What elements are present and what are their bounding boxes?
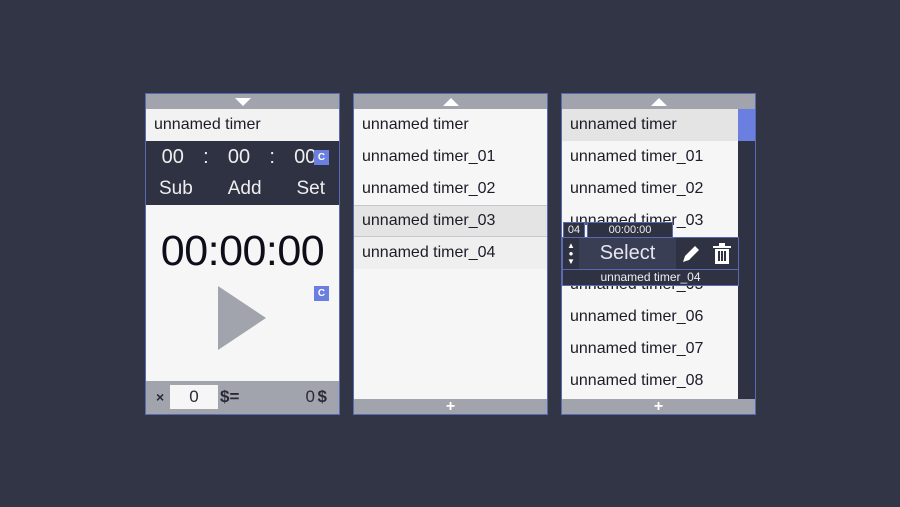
cost-bar: × 0 $= 0 $ — [146, 381, 339, 414]
item-action-bar: ▲ ● ▼ Select — [562, 237, 739, 270]
timer-time: 00:00:00 — [587, 222, 673, 238]
play-icon[interactable] — [218, 286, 266, 350]
sub-button[interactable]: Sub — [159, 175, 193, 203]
chevron-down-icon — [234, 97, 251, 106]
list-item[interactable]: unnamed timer_07 — [562, 333, 738, 365]
timer-name-field[interactable]: unnamed timer — [146, 109, 339, 141]
popup-timer-name: unnamed timer_04 — [562, 269, 739, 286]
add-button[interactable]: Add — [228, 175, 262, 203]
select-button[interactable]: Select — [579, 238, 676, 269]
multiply-icon: × — [156, 389, 165, 405]
list-item-selected[interactable]: unnamed timer — [562, 109, 738, 141]
rate-input[interactable]: 0 — [170, 385, 218, 409]
timer-list-panel-edit: unnamed timer unnamed timer_01 unnamed t… — [561, 93, 756, 415]
total-cost: 0 — [305, 387, 315, 406]
timer-list-panel: unnamed timer unnamed timer_01 unnamed t… — [353, 93, 548, 415]
collapse-button[interactable] — [146, 94, 339, 109]
scrollbar-thumb[interactable] — [738, 109, 755, 141]
reset-button[interactable]: C — [314, 286, 329, 301]
plus-icon: + — [445, 398, 456, 415]
clear-time-button[interactable]: C — [314, 150, 329, 165]
reorder-handle-icon[interactable]: ▲ ● ▼ — [566, 242, 576, 266]
list-item[interactable]: unnamed timer_01 — [354, 141, 547, 173]
edit-pencil-icon[interactable] — [680, 243, 702, 265]
set-button[interactable]: Set — [296, 175, 325, 203]
list-item[interactable]: unnamed timer — [354, 109, 547, 141]
timer-index: 04 — [563, 222, 585, 238]
list-item[interactable]: unnamed timer_02 — [562, 173, 738, 205]
scroll-up-button[interactable] — [354, 94, 547, 109]
add-timer-button[interactable]: + — [562, 399, 755, 414]
list-item-selected[interactable]: unnamed timer_03 — [354, 205, 547, 237]
list-item[interactable]: unnamed timer_08 — [562, 365, 738, 397]
list-item[interactable]: unnamed timer_06 — [562, 301, 738, 333]
scrollbar[interactable] — [738, 109, 755, 399]
time-setter: 00 : 00 : 00 C Sub Add Set — [146, 141, 339, 205]
timer-detail-panel: unnamed timer 00 : 00 : 00 C Sub Add Set… — [145, 93, 340, 415]
plus-icon: + — [653, 398, 664, 415]
separator: : — [203, 146, 209, 168]
hours-field[interactable]: 00 — [162, 145, 184, 169]
currency-icon: $ — [317, 387, 327, 406]
timer-display: 00:00:00 — [160, 227, 325, 275]
chevron-up-icon — [442, 97, 459, 106]
minutes-field[interactable]: 00 — [228, 145, 250, 169]
chevron-up-icon — [650, 97, 667, 106]
scroll-up-button[interactable] — [562, 94, 755, 109]
list-item[interactable]: unnamed timer_02 — [354, 173, 547, 205]
rate-unit: $= — [220, 387, 240, 406]
trash-icon[interactable] — [712, 243, 732, 265]
add-timer-button[interactable]: + — [354, 399, 547, 414]
list-item[interactable]: unnamed timer_01 — [562, 141, 738, 173]
separator: : — [269, 146, 275, 168]
list-item[interactable]: unnamed timer_04 — [354, 237, 547, 269]
